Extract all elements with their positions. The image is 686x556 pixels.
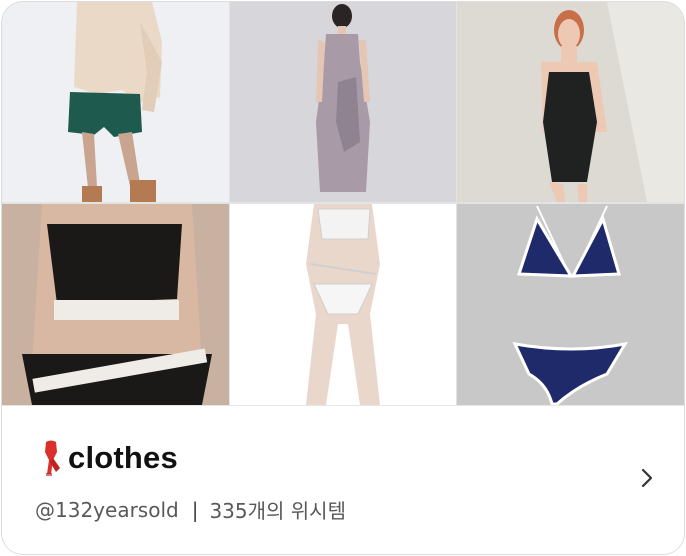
board-title: clothes <box>68 440 178 475</box>
product-photo <box>457 204 684 405</box>
product-photo <box>230 204 456 405</box>
board-info[interactable]: clothes @132yearsold | 335개의 위시템 <box>2 405 684 554</box>
username[interactable]: @132yearsold <box>35 498 179 522</box>
tile-navy-triangle-bikini[interactable] <box>457 204 684 405</box>
tile-knit-sweater-shorts[interactable] <box>2 2 229 202</box>
tile-black-swimsuit[interactable] <box>457 2 684 202</box>
product-photo <box>230 2 456 202</box>
tile-sports-bra-set[interactable] <box>2 204 229 405</box>
wishlist-board-card[interactable]: clothes @132yearsold | 335개의 위시템 <box>1 1 685 555</box>
product-photo <box>457 2 684 202</box>
image-grid <box>2 2 684 405</box>
product-photo <box>2 204 229 405</box>
board-title-row: clothes <box>38 440 178 476</box>
chevron-right-icon[interactable] <box>636 464 658 492</box>
tile-white-strappy-bikini[interactable] <box>230 204 456 405</box>
tile-lilac-slip-dress[interactable] <box>230 2 456 202</box>
board-meta: @132yearsold | 335개의 위시템 <box>35 495 346 524</box>
product-photo <box>2 2 229 202</box>
scarf-icon <box>38 440 64 476</box>
meta-separator: | <box>191 497 199 522</box>
wish-item-count: 335개의 위시템 <box>209 499 346 523</box>
